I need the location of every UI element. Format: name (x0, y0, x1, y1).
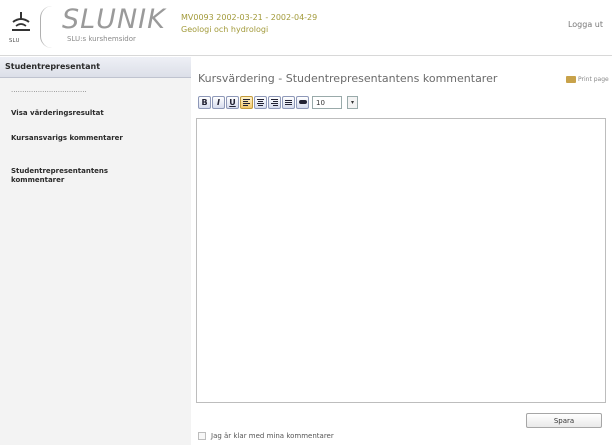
bold-button[interactable]: B (198, 95, 211, 109)
editor-toolbar: B I U 10 ▾ (198, 95, 358, 109)
align-right-button[interactable] (268, 95, 281, 109)
logo-title[interactable]: SLUNIK (62, 4, 166, 35)
done-checkbox-row[interactable]: Jag är klar med mina kommentarer (198, 432, 334, 440)
printer-icon (566, 76, 576, 83)
align-center-button[interactable] (254, 95, 267, 109)
sidebar: Studentrepresentant ....................… (0, 57, 191, 445)
sidebar-heading: Studentrepresentant (0, 57, 191, 78)
course-name: Geologi och hydrologi (181, 25, 269, 34)
align-center-icon (257, 98, 264, 106)
sidebar-item-kursansvarigs-kommentarer[interactable]: Kursansvarigs kommentarer (11, 134, 141, 143)
done-label: Jag är klar med mina kommentarer (211, 432, 334, 440)
logout-link[interactable]: Logga ut (568, 20, 603, 29)
header: SLU SLUNIK SLU:s kurshemsidor MV0093 200… (0, 0, 612, 56)
bullet-list-button[interactable] (282, 95, 295, 109)
print-label: Print page (578, 76, 609, 83)
align-right-icon (271, 98, 278, 106)
italic-button[interactable]: I (212, 95, 225, 109)
sidebar-item-visa-varderingsresultat[interactable]: Visa värderingsresultat (11, 109, 104, 118)
logo-divider (40, 6, 52, 48)
link-icon (298, 100, 307, 104)
logo-mark: SLU (9, 38, 20, 44)
print-page-link[interactable]: Print page (566, 76, 609, 83)
sidebar-separator: .................................. (11, 86, 87, 94)
align-left-icon (243, 98, 250, 106)
font-size-select[interactable]: 10 (312, 95, 342, 109)
link-button[interactable] (296, 95, 309, 109)
done-checkbox[interactable] (198, 432, 206, 440)
underline-button[interactable]: U (226, 95, 239, 109)
sidebar-item-studentrepresentantens-kommentarer[interactable]: Studentrepresentantens kommentarer (11, 167, 151, 185)
save-button[interactable]: Spara (526, 413, 602, 428)
chevron-down-icon[interactable]: ▾ (347, 95, 358, 109)
course-code-dates: MV0093 2002-03-21 - 2002-04-29 (181, 13, 318, 22)
logo-subtitle: SLU:s kurshemsidor (67, 35, 136, 43)
align-left-button[interactable] (240, 95, 253, 109)
page-title: Kursvärdering - Studentrepresentantens k… (198, 72, 498, 85)
comment-editor[interactable] (196, 118, 606, 403)
bullet-list-icon (285, 99, 292, 105)
